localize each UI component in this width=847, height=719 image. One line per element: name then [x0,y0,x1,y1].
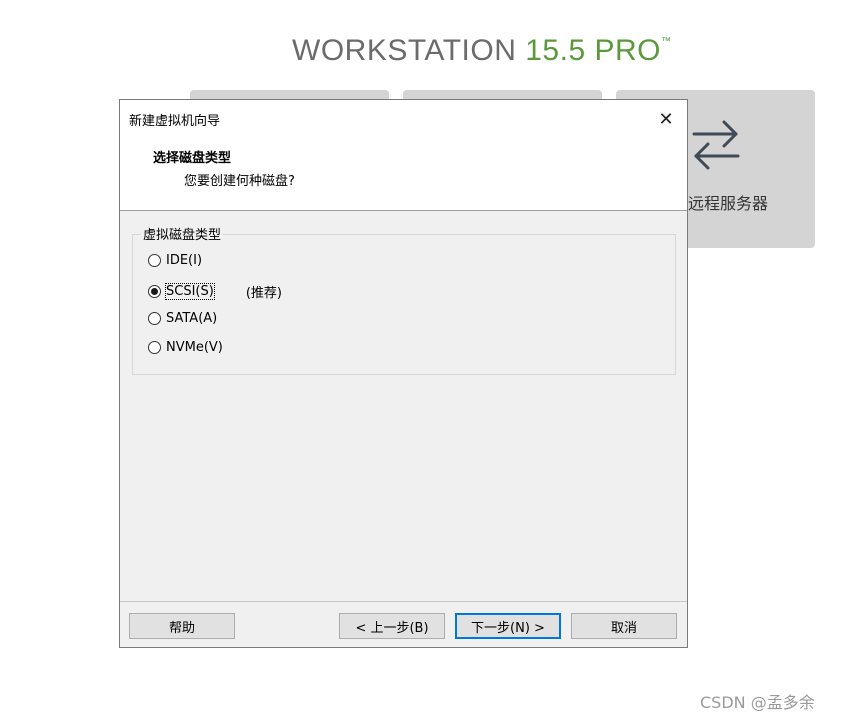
disk-type-group-label: 虚拟磁盘类型 [141,224,224,243]
radio-button-selected[interactable] [148,285,161,298]
brand-edition: PRO [594,34,661,67]
page-heading: 选择磁盘类型 [153,151,232,166]
close-icon[interactable]: ✕ [655,108,677,130]
brand-version: 15.5 [525,34,586,67]
radio-label: NVMe(V) [166,340,223,355]
swap-arrows-icon [692,120,740,170]
page-subheading: 您要创建何种磁盘? [184,174,295,189]
back-button[interactable]: < 上一步(B) [339,613,445,639]
dialog-title: 新建虚拟机向导 [129,114,221,129]
next-button[interactable]: 下一步(N) > [455,613,561,639]
footer-divider [120,601,687,602]
watermark: CSDN @孟多余 [700,693,815,712]
radio-ide[interactable]: IDE(I) [148,253,202,268]
radio-button[interactable] [148,341,161,354]
remote-server-label: 远程服务器 [688,194,769,213]
radio-nvme[interactable]: NVMe(V) [148,340,223,355]
radio-button[interactable] [148,254,161,267]
radio-label: SATA(A) [166,311,218,326]
help-button[interactable]: 帮助 [129,613,235,639]
dialog-header: 新建虚拟机向导 ✕ 选择磁盘类型 您要创建何种磁盘? [120,100,687,211]
brand-name: WORKSTATION [292,34,517,67]
radio-label: IDE(I) [166,253,203,268]
radio-sata[interactable]: SATA(A) [148,311,217,326]
radio-label: SCSI(S) [165,283,215,300]
recommended-note: (推荐) [245,286,282,301]
new-vm-wizard-dialog: 新建虚拟机向导 ✕ 选择磁盘类型 您要创建何种磁盘? 虚拟磁盘类型 IDE(I)… [119,99,688,648]
brand-trademark: ™ [660,36,672,47]
radio-button[interactable] [148,312,161,325]
radio-scsi[interactable]: SCSI(S) (推荐) [148,282,282,301]
cancel-button[interactable]: 取消 [571,613,677,639]
workstation-brand: WORKSTATION 15.5 PRO™ [292,34,671,68]
